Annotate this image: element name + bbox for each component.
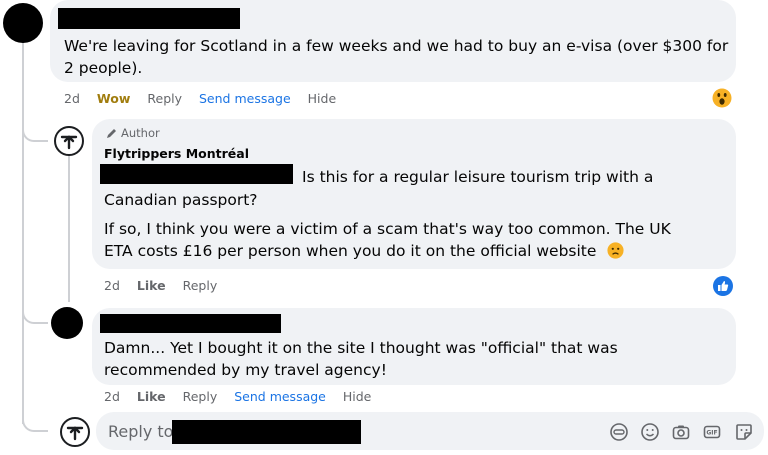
reply-button[interactable]: Reply xyxy=(147,91,182,106)
thread-curve-2 xyxy=(22,300,48,324)
avatar[interactable] xyxy=(3,3,43,43)
author-label: Author xyxy=(121,126,160,140)
gif-icon[interactable]: GIF xyxy=(702,422,722,442)
emoji-icon[interactable] xyxy=(640,422,660,442)
sticker-icon[interactable] xyxy=(734,422,754,442)
hide-button[interactable]: Hide xyxy=(343,389,372,404)
avatar[interactable] xyxy=(60,417,90,447)
reply-input-placeholder: Reply to xyxy=(108,422,174,441)
avatar[interactable] xyxy=(54,126,84,156)
reaction-wow-button[interactable]: Wow xyxy=(97,91,130,106)
like-reaction-icon[interactable] xyxy=(713,276,733,296)
redacted-name xyxy=(100,314,281,333)
timestamp[interactable]: 2d xyxy=(64,91,80,106)
timestamp[interactable]: 2d xyxy=(104,278,120,293)
pencil-icon xyxy=(107,128,116,138)
flytrippers-logo-icon xyxy=(66,426,84,441)
thread-line-main xyxy=(22,42,24,424)
camera-icon[interactable] xyxy=(671,422,691,442)
avatar[interactable] xyxy=(51,307,83,339)
comment-text-line1: Is this for a regular leisure tourism tr… xyxy=(302,168,654,186)
thread-curve-3 xyxy=(22,410,48,432)
comment-text: We're leaving for Scotland in a few week… xyxy=(64,37,729,77)
sad-emoji-icon xyxy=(607,242,624,259)
redacted-reply-target xyxy=(172,420,361,444)
comment-text: Damn... Yet I bought it on the site I th… xyxy=(104,339,618,379)
commenter-name[interactable]: Flytrippers Montréal xyxy=(104,146,249,161)
like-button[interactable]: Like xyxy=(137,278,166,293)
wow-emoji-icon[interactable] xyxy=(712,88,732,108)
svg-text:GIF: GIF xyxy=(706,430,717,437)
thread-curve-1 xyxy=(22,120,48,142)
flytrippers-logo-icon xyxy=(60,135,78,150)
comment-actions: 2d Like Reply Send message Hide xyxy=(104,389,388,404)
redacted-mention xyxy=(100,164,293,184)
send-message-button[interactable]: Send message xyxy=(234,389,326,404)
like-button[interactable]: Like xyxy=(137,389,166,404)
comment-text-line2: Canadian passport? xyxy=(104,191,258,209)
send-message-button[interactable]: Send message xyxy=(199,91,291,106)
author-badge: Author xyxy=(105,126,160,140)
timestamp[interactable]: 2d xyxy=(104,389,120,404)
comment-text-para2: If so, I think you were a victim of a sc… xyxy=(104,220,671,260)
thread-line-reply xyxy=(68,152,70,302)
comment-actions: 2d Like Reply xyxy=(104,278,234,293)
hide-button[interactable]: Hide xyxy=(308,91,337,106)
comment-actions: 2d Wow Reply Send message Hide xyxy=(64,91,353,106)
reply-button[interactable]: Reply xyxy=(183,278,218,293)
reply-button[interactable]: Reply xyxy=(183,389,218,404)
redacted-name xyxy=(58,8,240,29)
avatar-sticker-icon[interactable] xyxy=(609,422,629,442)
